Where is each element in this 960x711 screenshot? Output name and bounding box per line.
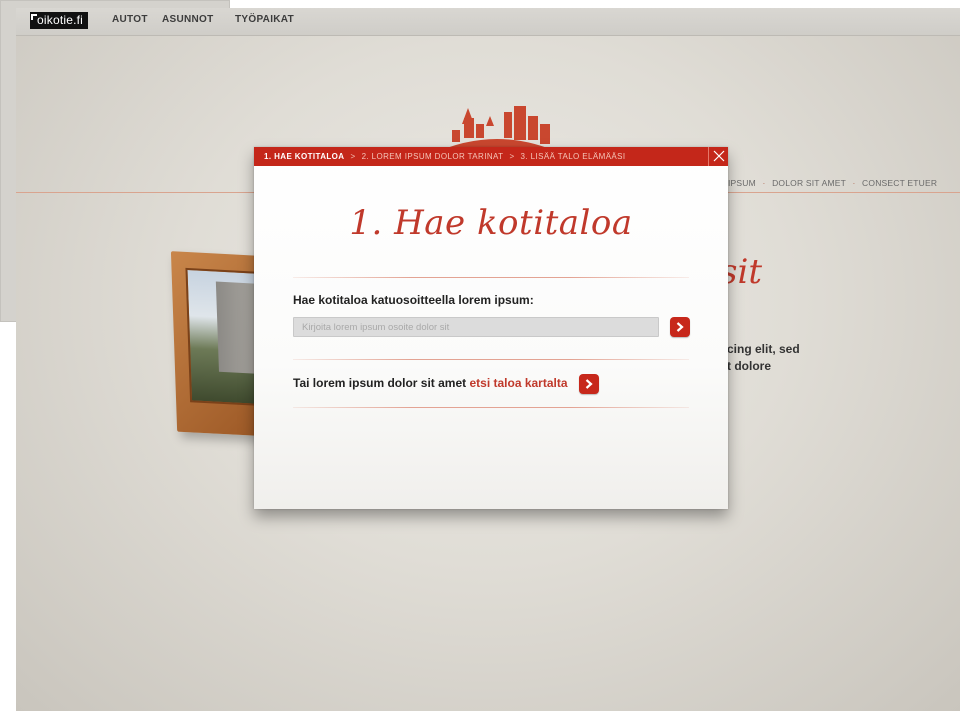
nav-separator: · xyxy=(852,178,856,188)
map-search-link[interactable]: etsi taloa kartalta xyxy=(469,376,567,390)
find-home-modal: 1. HAE KOTITALOA >2. LOREM IPSUM DOLOR TA… xyxy=(254,147,728,509)
map-search-text: Tai lorem ipsum dolor sit amet xyxy=(293,376,470,390)
close-button[interactable] xyxy=(708,147,728,166)
nav-link-asunnot[interactable]: ASUNNOT xyxy=(162,14,214,25)
search-label: Hae kotitaloa katuosoitteella lorem ipsu… xyxy=(293,293,534,307)
background-paragraph-line: cing elit, sed xyxy=(727,342,800,356)
step-progress-bar: 1. HAE KOTITALOA >2. LOREM IPSUM DOLOR TA… xyxy=(254,147,728,166)
nav-separator: · xyxy=(762,178,766,188)
page-viewport: oikotie.fi AUTOT ASUNNOT TYÖPAIKAT IPSUM… xyxy=(16,8,960,711)
step-3[interactable]: 3. LISÄÄ TALO ELÄMÄÄSI xyxy=(521,152,626,161)
top-navigation-bar: oikotie.fi AUTOT ASUNNOT TYÖPAIKAT xyxy=(16,8,960,36)
divider xyxy=(293,277,689,278)
background-paragraph: cing elit, sed t dolore xyxy=(727,341,847,375)
modal-title: 1. Hae kotitaloa xyxy=(349,203,633,243)
step-chevron: > xyxy=(350,152,356,161)
secondary-navigation: IPSUM · DOLOR SIT AMET · CONSECT ETUER xyxy=(728,178,937,188)
nav-link-autot[interactable]: AUTOT xyxy=(112,14,148,25)
background-paragraph-line: t dolore xyxy=(727,359,771,373)
secondary-nav-item[interactable]: IPSUM xyxy=(728,178,756,188)
step-1[interactable]: 1. HAE KOTITALOA xyxy=(264,152,344,161)
site-logo[interactable]: oikotie.fi xyxy=(30,12,89,29)
chevron-right-icon xyxy=(585,379,593,389)
search-submit-button[interactable] xyxy=(670,317,690,337)
map-search-button[interactable] xyxy=(579,374,599,394)
close-icon xyxy=(713,150,725,162)
divider xyxy=(293,359,689,360)
secondary-nav-item[interactable]: DOLOR SIT AMET xyxy=(772,178,846,188)
nav-link-tyopaikat[interactable]: TYÖPAIKAT xyxy=(235,14,294,25)
chevron-right-icon xyxy=(676,322,684,332)
secondary-nav-item[interactable]: CONSECT ETUER xyxy=(862,178,937,188)
divider xyxy=(293,407,689,408)
address-search-input[interactable] xyxy=(293,317,659,337)
step-2[interactable]: 2. LOREM IPSUM DOLOR TARINAT xyxy=(362,152,504,161)
step-chevron: > xyxy=(509,152,515,161)
photo-building xyxy=(215,281,259,374)
map-search-line: Tai lorem ipsum dolor sit amet etsi talo… xyxy=(293,376,568,390)
town-skyline-illustration xyxy=(432,106,562,154)
